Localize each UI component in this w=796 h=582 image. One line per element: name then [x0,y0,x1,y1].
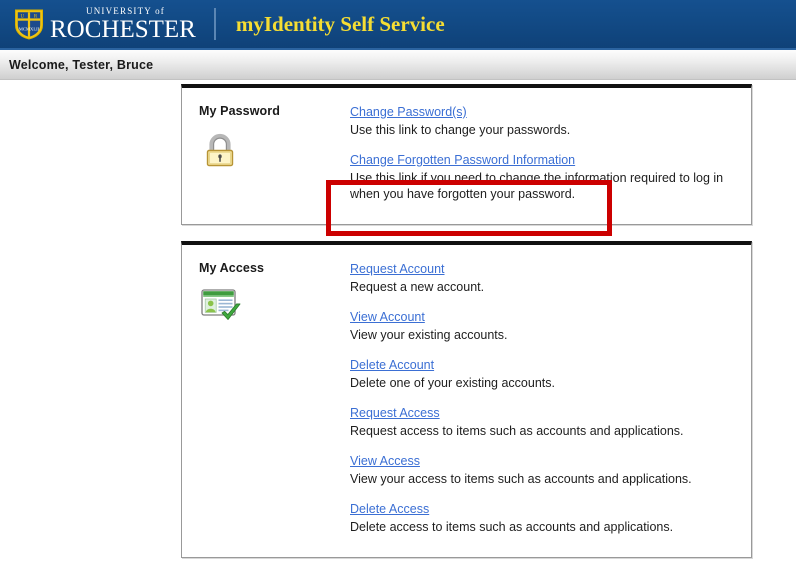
link-delete-access[interactable]: Delete Access [350,502,429,517]
welcome-bar: Welcome, Tester, Bruce [0,50,796,80]
main-content: My Password Change Password(s) Use this … [0,80,796,582]
desc-change-passwords: Use this link to change your passwords. [350,123,571,137]
link-block-delete-access: Delete Access Delete access to items suc… [350,500,737,535]
desc-view-access: View your access to items such as accoun… [350,472,692,486]
panel-my-access-title: My Access [199,261,265,275]
link-block-request-access: Request Access Request access to items s… [350,404,737,439]
panel-my-password: My Password Change Password(s) Use this … [181,84,752,225]
panel-my-access-links: Request Account Request a new account. V… [350,245,751,557]
svg-text:MCMXLII: MCMXLII [19,27,40,32]
link-block-view-access: View Access View your access to items su… [350,452,737,487]
link-request-account[interactable]: Request Account [350,262,445,277]
header-divider [213,8,216,40]
welcome-message: Welcome, Tester, Bruce [9,57,154,72]
link-block-change-forgotten-password-info: Change Forgotten Password Information Us… [350,151,737,202]
wordmark-rochester: ROCHESTER [50,15,196,43]
link-block-delete-account: Delete Account Delete one of your existi… [350,356,737,391]
university-shield-icon: U R MCMXLII [14,8,44,40]
panel-my-access-left: My Access [182,245,350,557]
svg-text:U: U [20,15,24,20]
id-card-check-icon [199,289,243,328]
desc-change-forgotten-password-information: Use this link if you need to change the … [350,171,724,201]
link-block-request-account: Request Account Request a new account. [350,260,737,295]
desc-view-account: View your existing accounts. [350,328,508,342]
link-view-access[interactable]: View Access [350,454,420,469]
panel-my-access: My Access Request Account Request a new … [181,241,752,558]
panel-my-password-title: My Password [199,104,280,118]
desc-request-account: Request a new account. [350,280,485,294]
app-title: myIdentity Self Service [235,11,445,36]
link-change-passwords[interactable]: Change Password(s) [350,105,467,120]
link-request-access[interactable]: Request Access [350,406,440,421]
university-wordmark: UNIVERSITY of ROCHESTER [50,5,196,43]
desc-delete-account: Delete one of your existing accounts. [350,376,555,390]
padlock-icon [199,133,241,175]
link-block-change-passwords: Change Password(s) Use this link to chan… [350,103,737,138]
link-block-view-account: View Account View your existing accounts… [350,308,737,343]
link-delete-account[interactable]: Delete Account [350,358,434,373]
link-view-account[interactable]: View Account [350,310,425,325]
desc-request-access: Request access to items such as accounts… [350,424,684,438]
link-change-forgotten-password-information[interactable]: Change Forgotten Password Information [350,153,575,168]
desc-delete-access: Delete access to items such as accounts … [350,520,674,534]
panel-my-password-left: My Password [182,88,350,224]
wordmark-university: UNIVERSITY of [86,5,166,16]
site-header: U R MCMXLII UNIVERSITY of ROCHESTER myId… [0,0,796,50]
panel-my-password-links: Change Password(s) Use this link to chan… [350,88,751,224]
